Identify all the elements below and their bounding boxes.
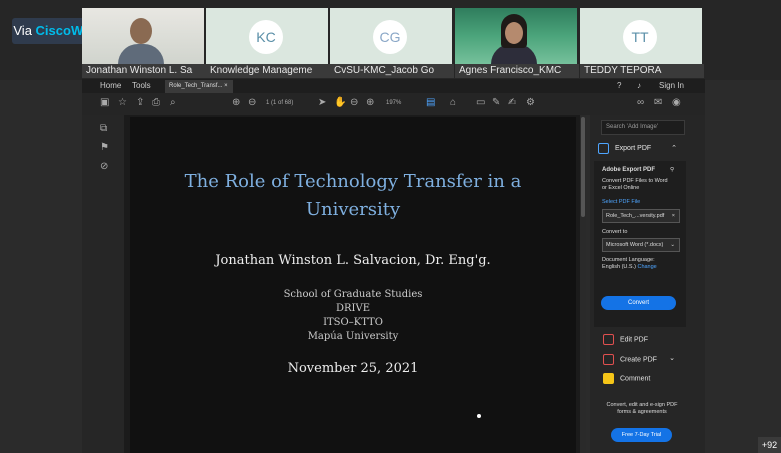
scroll-thumb[interactable] xyxy=(581,117,585,217)
share-link-icon[interactable]: ∞ xyxy=(637,97,644,108)
participant-tile[interactable]: TT xyxy=(580,8,702,68)
sign-in-link[interactable]: Sign In xyxy=(659,81,684,90)
attachment-icon[interactable]: ⊘ xyxy=(100,161,108,172)
doc-language-label: Document Language: xyxy=(602,257,655,263)
slide-title-line2: University xyxy=(305,199,401,220)
participant-name: CvSU-KMC_Jacob Go xyxy=(330,64,454,78)
free-trial-button[interactable]: Free 7-Day Trial xyxy=(611,428,672,442)
participant-video xyxy=(491,14,537,68)
acrobat-toolbar: ▣ ☆ ⇪ ⎙ ⌕ ⊕ ⊖ 1 (1 of 68) ➤ ✋ ⊖ ⊕ 197% ▤… xyxy=(82,93,705,115)
pages-icon[interactable]: ⧉ xyxy=(100,123,107,134)
participant-tile-video[interactable] xyxy=(455,8,577,68)
chevron-up-icon[interactable]: ⌃ xyxy=(671,141,677,157)
document-tab[interactable]: Role_Tech_Transf... × xyxy=(165,80,233,93)
avatar: KC xyxy=(249,20,283,54)
convert-button[interactable]: Convert xyxy=(601,296,676,310)
fit-page-icon[interactable]: ▤ xyxy=(426,97,435,108)
tool-create-pdf[interactable]: Create PDF ⌄ xyxy=(603,354,675,365)
search-icon[interactable]: ⌕ xyxy=(170,97,176,108)
promo-text: Convert, edit and e-sign PDF forms & agre… xyxy=(606,402,678,415)
left-navigation-rail: ⧉ ⚑ ⊘ xyxy=(82,115,124,453)
slide-affiliation: School of Graduate Studies xyxy=(283,289,423,300)
slide-affiliation: Mapúa University xyxy=(307,331,399,342)
doc-language-value: English (U.S.) Change xyxy=(602,264,657,270)
pen-icon[interactable]: ✎ xyxy=(492,97,500,108)
bookmark-icon[interactable]: ⚑ xyxy=(100,142,109,153)
tool-comment[interactable]: Comment xyxy=(603,373,650,384)
mouse-cursor xyxy=(477,414,481,418)
print-icon[interactable]: ⎙ xyxy=(152,97,160,108)
change-language-link[interactable]: Change xyxy=(637,264,656,270)
participant-name: TEDDY TEPORA xyxy=(580,64,704,78)
help-icon[interactable]: ? xyxy=(617,81,621,90)
participant-tile[interactable]: KC xyxy=(206,8,328,68)
participant-video xyxy=(118,14,164,68)
participant-tile[interactable]: CG xyxy=(330,8,452,68)
slide-author: Jonathan Winston L. Salvacion, Dr. Eng'g… xyxy=(215,253,491,268)
card-description: or Excel Online xyxy=(602,185,640,191)
slide-title-line1: The Role of Technology Transfer in a xyxy=(184,171,522,192)
slide-date: November 25, 2021 xyxy=(287,361,419,376)
zoom-out-icon[interactable]: ⊖ xyxy=(350,97,358,108)
participant-tile-video[interactable] xyxy=(82,8,204,68)
hand-icon[interactable]: ✋ xyxy=(334,97,346,108)
selected-file-field[interactable]: Role_Tech_...versity.pdf × xyxy=(602,209,680,223)
pdf-page[interactable]: The Role of Technology Transfer in a Uni… xyxy=(130,117,576,453)
card-title: Adobe Export PDF xyxy=(602,167,656,173)
zoom-in-icon[interactable]: ⊕ xyxy=(366,97,374,108)
convert-to-select[interactable]: Microsoft Word (*.docx) ⌄ xyxy=(602,238,680,252)
clear-icon[interactable]: × xyxy=(669,210,675,222)
save-icon[interactable]: ▣ xyxy=(100,97,109,108)
create-pdf-icon xyxy=(603,354,614,365)
menu-tools[interactable]: Tools xyxy=(132,81,151,90)
convert-to-label: Convert to xyxy=(602,229,628,235)
more-participants-badge[interactable]: +92 xyxy=(758,437,781,453)
select-file-label[interactable]: Select PDF File xyxy=(602,199,640,205)
pin-icon[interactable]: ⚲ xyxy=(670,167,674,173)
chevron-down-icon: ⌄ xyxy=(670,242,675,248)
zoom-level[interactable]: 197% xyxy=(386,100,401,106)
menu-home[interactable]: Home xyxy=(100,81,121,90)
edit-pdf-icon xyxy=(603,334,614,345)
select-arrow-icon[interactable]: ➤ xyxy=(318,97,326,108)
upload-icon[interactable]: ⇪ xyxy=(136,97,144,108)
tool-search-input[interactable]: Search 'Add Image' xyxy=(601,120,685,135)
chevron-down-icon[interactable]: ⌄ xyxy=(669,354,675,362)
export-pdf-header[interactable]: Export PDF ⌃ xyxy=(598,141,683,157)
account-icon[interactable]: ◉ xyxy=(672,97,681,108)
slide-affiliation: DRIVE xyxy=(335,303,371,314)
page-up-icon[interactable]: ⊕ xyxy=(232,97,240,108)
tools-icon[interactable]: ⚙ xyxy=(526,97,535,108)
comment-icon[interactable]: ▭ xyxy=(476,97,485,108)
participant-name: Agnes Francisco_KMC xyxy=(455,64,579,78)
comment-icon xyxy=(603,373,614,384)
page-down-icon[interactable]: ⊖ xyxy=(248,97,256,108)
avatar: CG xyxy=(373,20,407,54)
participant-name: Jonathan Winston L. Sa xyxy=(82,64,206,78)
webex-background xyxy=(705,80,781,390)
email-icon[interactable]: ✉ xyxy=(654,97,662,108)
export-pdf-icon xyxy=(598,142,609,154)
star-icon[interactable]: ☆ xyxy=(118,97,127,108)
avatar: TT xyxy=(623,20,657,54)
sign-icon[interactable]: ✍ xyxy=(508,97,516,108)
slide-affiliation: ITSO–KTTO xyxy=(323,317,383,328)
card-description: Convert PDF Files to Word xyxy=(602,178,668,184)
page-indicator[interactable]: 1 (1 of 68) xyxy=(266,100,293,106)
participant-name: Knowledge Manageme xyxy=(206,64,330,78)
tool-edit-pdf[interactable]: Edit PDF xyxy=(603,334,648,345)
bell-icon[interactable]: ♪ xyxy=(637,81,641,90)
stamp-icon[interactable]: ⌂ xyxy=(450,97,456,108)
